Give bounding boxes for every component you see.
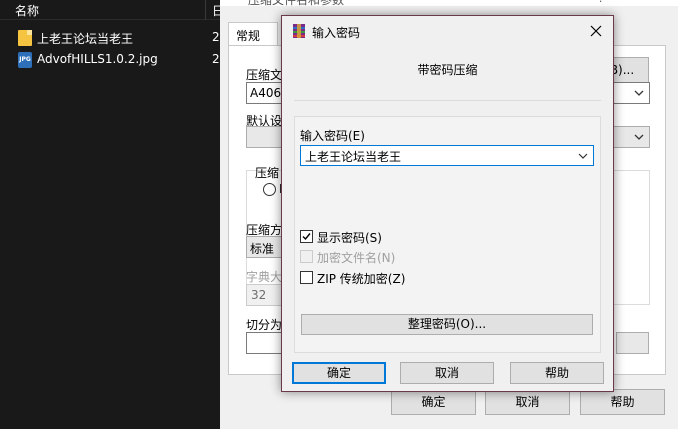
help-button[interactable]: 帮助 — [510, 362, 604, 384]
column-separator[interactable] — [205, 0, 206, 20]
file-row-jpg[interactable]: JPG AdvofHILLS1.0.2.jpg 2 — [0, 50, 225, 70]
cancel-button-label: 取消 — [434, 366, 459, 380]
archive-name-label: 压缩文 — [246, 68, 283, 82]
organize-passwords-button[interactable]: 整理密码(O)... — [301, 314, 593, 335]
organize-passwords-label: 整理密码(O)... — [407, 317, 487, 331]
archive-help-label: 帮助 — [610, 395, 635, 409]
folder-icon — [18, 30, 32, 46]
split-volumes-combo[interactable] — [246, 332, 286, 354]
file-row-folder[interactable]: 上老王论坛当老王 2 — [0, 28, 225, 48]
password-dialog-title: 输入密码 — [312, 26, 361, 40]
close-icon — [590, 25, 602, 37]
archive-cancel-button[interactable]: 取消 — [485, 389, 570, 415]
archive-cancel-label: 取消 — [515, 395, 540, 409]
archive-dialog-title: 压缩文件名和参数 — [248, 0, 345, 7]
file-name: AdvofHILLS1.0.2.jpg — [37, 52, 158, 66]
archive-format-label: 压缩 — [255, 166, 280, 180]
compression-method-value: 标准 — [250, 242, 275, 256]
chevron-down-icon — [634, 134, 644, 140]
file-explorer-pane: 名称 日 上老王论坛当老王 2 JPG AdvofHILLS1.0.2.jpg … — [0, 0, 225, 429]
dictionary-size-combo[interactable]: 32 — [246, 284, 286, 306]
tab-general-label: 常规 — [236, 29, 261, 43]
password-value: 上老王论坛当老王 — [305, 150, 402, 164]
split-volumes-label: 切分为 — [246, 318, 283, 332]
archive-help-button[interactable]: 帮助 — [580, 389, 665, 415]
archive-ok-button[interactable]: 确定 — [391, 389, 476, 415]
zip-legacy-encryption-label: ZIP 传统加密(Z) — [317, 272, 406, 286]
compression-method-combo[interactable]: 标准 — [246, 236, 286, 258]
password-input[interactable]: 上老王论坛当老王 — [300, 145, 594, 166]
ok-button-label: 确定 — [326, 366, 351, 380]
show-password-label: 显示密码(S) — [317, 231, 382, 245]
checkbox-box[interactable] — [300, 271, 313, 284]
file-list-header: 名称 日 — [0, 0, 225, 20]
checkmark-icon — [302, 233, 311, 241]
split-volumes-right-field[interactable] — [616, 332, 649, 354]
chevron-down-icon — [634, 90, 644, 96]
help-question-icon[interactable]: ? — [598, 0, 604, 5]
checkbox-box[interactable] — [300, 250, 313, 263]
ok-button[interactable]: 确定 — [292, 362, 386, 384]
encrypt-filenames-label: 加密文件名(N) — [317, 251, 396, 265]
dictionary-size-label: 字典大 — [246, 270, 283, 284]
archive-dialog-titlebar: 压缩文件名和参数 ? — [220, 0, 678, 7]
password-dialog-titlebar[interactable]: 输入密码 — [282, 16, 613, 46]
password-label: 输入密码(E) — [300, 129, 365, 143]
checkbox-box[interactable] — [300, 230, 313, 243]
close-button[interactable] — [579, 16, 613, 46]
winrar-app-icon — [293, 24, 305, 38]
file-date: 2 — [212, 30, 220, 44]
file-name: 上老王论坛当老王 — [37, 32, 134, 46]
dictionary-size-value: 32 — [251, 288, 267, 302]
heading-divider — [294, 100, 601, 101]
chevron-down-icon[interactable] — [577, 150, 589, 162]
format-radio[interactable] — [263, 183, 276, 196]
tab-general[interactable]: 常规 — [228, 22, 278, 46]
column-header-name[interactable]: 名称 — [15, 2, 39, 19]
file-date: 2 — [212, 52, 220, 66]
jpg-file-icon: JPG — [18, 52, 32, 68]
password-dialog: 输入密码 带密码压缩 输入密码(E) 上老王论坛当老王 显示密码(S) 加密文件… — [281, 15, 614, 392]
help-button-label: 帮助 — [544, 366, 569, 380]
cancel-button[interactable]: 取消 — [400, 362, 494, 384]
password-dialog-heading: 带密码压缩 — [417, 63, 478, 77]
archive-ok-label: 确定 — [421, 395, 446, 409]
